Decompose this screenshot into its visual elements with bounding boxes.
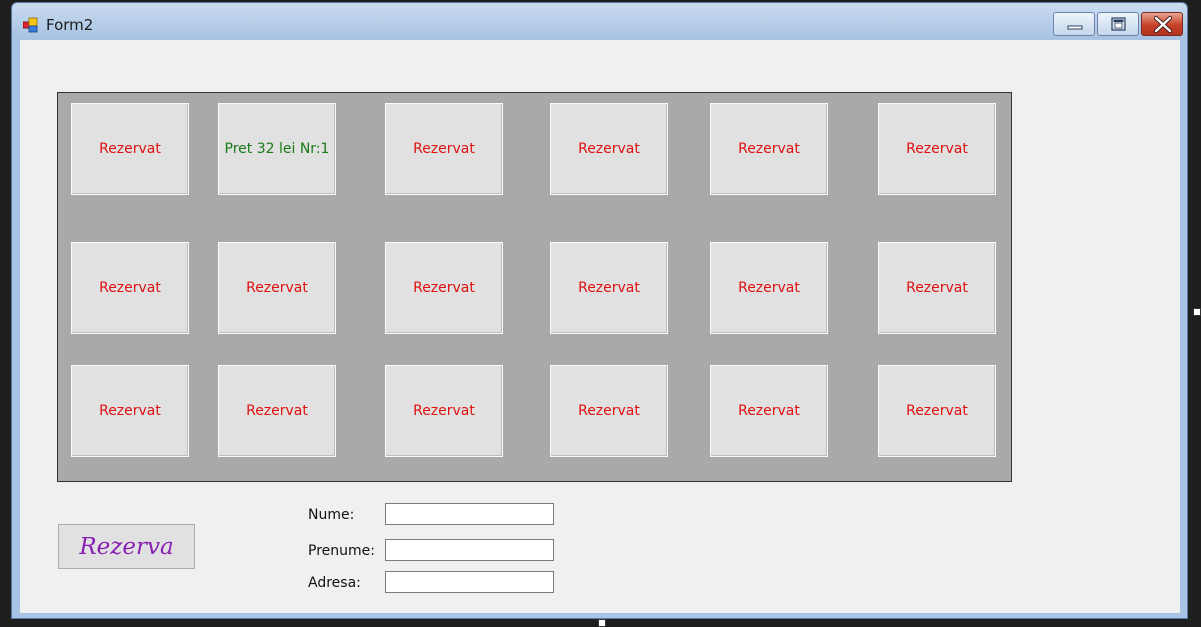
seat-button[interactable]: Pret 32 lei Nr:1 — [218, 103, 336, 195]
close-icon — [1153, 15, 1173, 34]
adresa-input[interactable] — [385, 571, 554, 593]
seat-button[interactable]: Rezervat — [71, 103, 189, 195]
app-icon — [23, 17, 38, 33]
minimize-icon — [1067, 25, 1083, 30]
seat-panel: Rezervat Pret 32 lei Nr:1 Rezervat Rezervat… — [57, 92, 1012, 482]
seat-button[interactable]: Rezervat — [710, 242, 828, 334]
seat-button[interactable]: Rezervat — [710, 365, 828, 457]
seat-button[interactable]: Rezervat — [878, 365, 996, 457]
prenume-label: Prenume: — [308, 543, 375, 559]
seat-button[interactable]: Rezervat — [218, 365, 336, 457]
maximize-button[interactable] — [1097, 12, 1139, 36]
form2-window: Form2 Rezervat Pret 32 lei Nr:1 Rezervat Re… — [11, 2, 1188, 619]
title-bar[interactable]: Form2 — [12, 3, 1187, 39]
prenume-input[interactable] — [385, 539, 554, 561]
close-button[interactable] — [1141, 12, 1183, 36]
adresa-label: Adresa: — [308, 575, 361, 591]
form-client-area: Rezervat Pret 32 lei Nr:1 Rezervat Rezervat… — [20, 40, 1180, 613]
seat-button[interactable]: Rezervat — [218, 242, 336, 334]
seat-button[interactable]: Rezervat — [550, 103, 668, 195]
nume-input[interactable] — [385, 503, 554, 525]
nume-label: Nume: — [308, 507, 355, 523]
seat-button[interactable]: Rezervat — [71, 365, 189, 457]
seat-button[interactable]: Rezervat — [878, 103, 996, 195]
seat-button[interactable]: Rezervat — [385, 242, 503, 334]
seat-button[interactable]: Rezervat — [710, 103, 828, 195]
rezerva-button[interactable]: Rezerva — [58, 524, 195, 569]
seat-button[interactable]: Rezervat — [385, 365, 503, 457]
seat-button[interactable]: Rezervat — [385, 103, 503, 195]
seat-button[interactable]: Rezervat — [878, 242, 996, 334]
maximize-icon — [1111, 17, 1126, 31]
seat-button[interactable]: Rezervat — [71, 242, 189, 334]
seat-button[interactable]: Rezervat — [550, 242, 668, 334]
minimize-button[interactable] — [1053, 12, 1095, 36]
seat-button[interactable]: Rezervat — [550, 365, 668, 457]
window-title: Form2 — [46, 16, 94, 34]
resize-handle-bottom[interactable] — [598, 619, 606, 627]
resize-handle-right[interactable] — [1193, 308, 1201, 316]
